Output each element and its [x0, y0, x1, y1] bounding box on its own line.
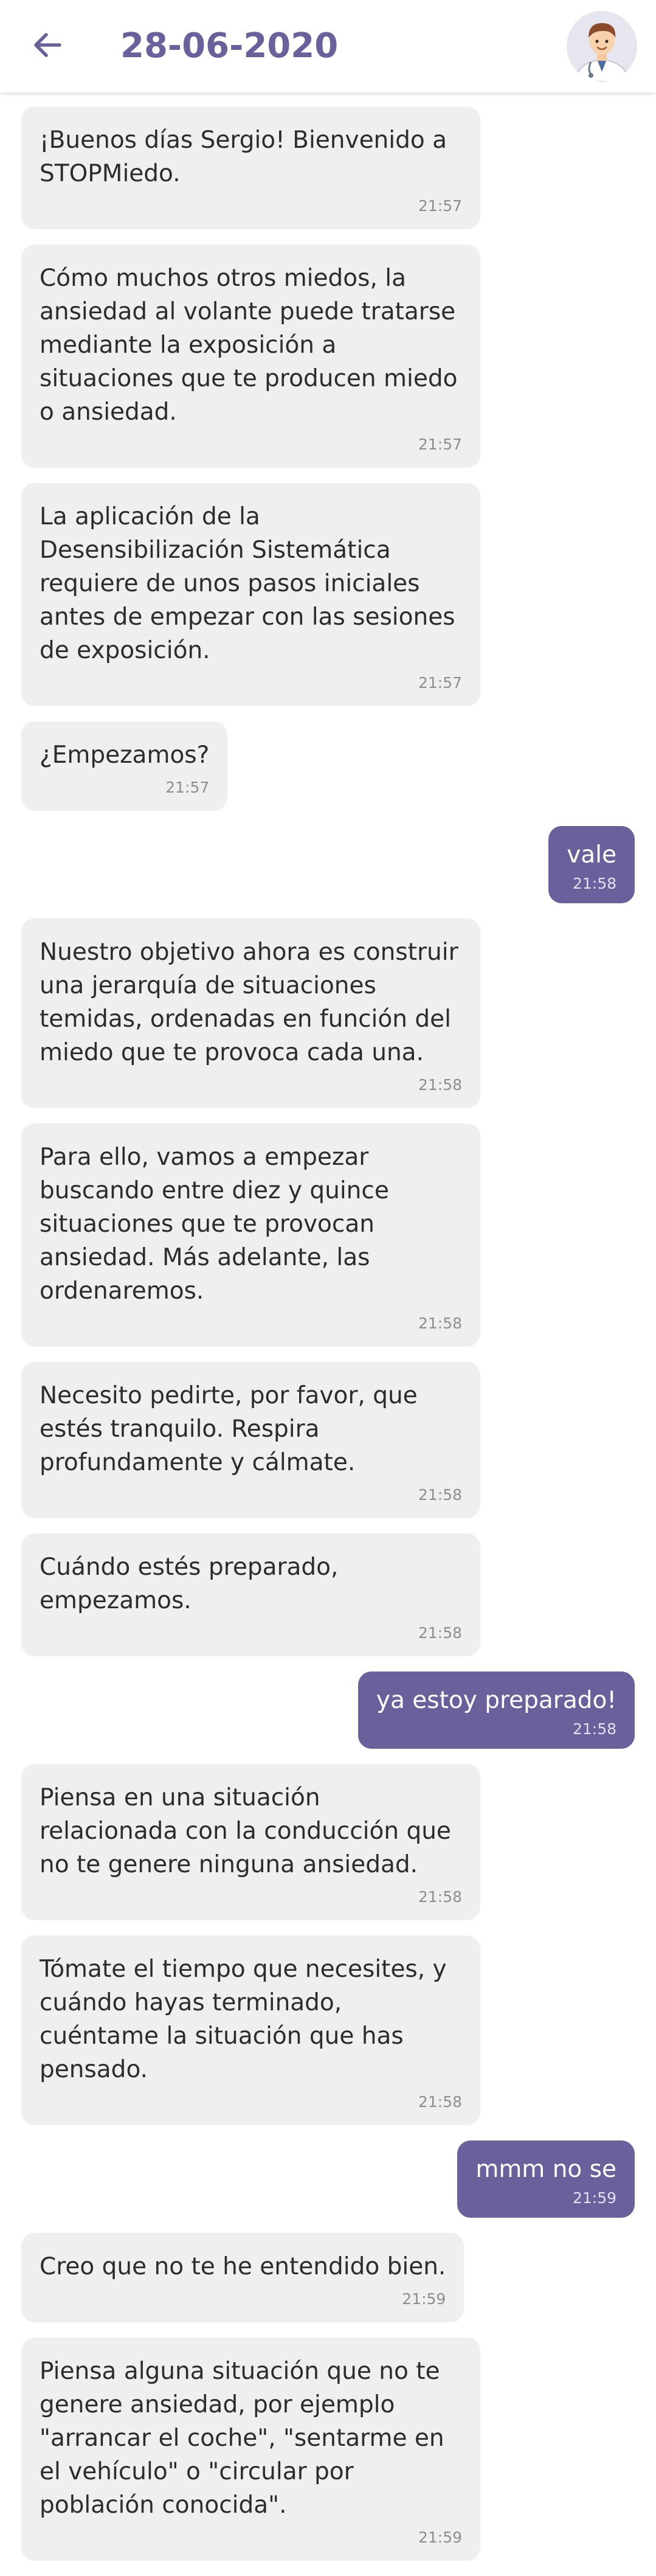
message-timestamp: 21:59 — [572, 2189, 616, 2207]
bot-message-row: Tómate el tiempo que necesites, y cuándo… — [0, 1935, 656, 2125]
arrow-left-icon — [32, 29, 63, 63]
bot-message-bubble[interactable]: Piensa en una situación relacionada con … — [21, 1764, 480, 1920]
bot-message-row: Necesito pedirte, por favor, que estés t… — [0, 1362, 656, 1518]
bot-message-row: La aplicación de la Desensibilización Si… — [0, 483, 656, 706]
user-message-row: mmm no se 21:59 — [0, 2140, 656, 2218]
bot-message-bubble[interactable]: Para ello, vamos a empezar buscando entr… — [21, 1123, 480, 1347]
bot-message-row: Cómo muchos otros miedos, la ansiedad al… — [0, 245, 656, 468]
message-timestamp: 21:58 — [418, 1486, 462, 1504]
bot-message-row: Cuándo estés preparado, empezamos. 21:58 — [0, 1533, 656, 1656]
message-timestamp: 21:57 — [418, 674, 462, 692]
message-text: ya estoy preparado! — [376, 1687, 616, 1714]
user-message-bubble[interactable]: mmm no se 21:59 — [457, 2140, 635, 2218]
message-text: Cómo muchos otros miedos, la ansiedad al… — [40, 265, 458, 426]
message-text: Nuestro objetivo ahora es construir una … — [40, 939, 458, 1066]
message-text: Cuándo estés preparado, empezamos. — [40, 1554, 339, 1614]
message-text: Necesito pedirte, por favor, que estés t… — [40, 1382, 418, 1476]
bot-message-bubble[interactable]: Creo que no te he entendido bien. 21:59 — [21, 2233, 464, 2322]
bot-message-bubble[interactable]: Tómate el tiempo que necesites, y cuándo… — [21, 1935, 480, 2125]
bot-message-bubble[interactable]: Cómo muchos otros miedos, la ansiedad al… — [21, 245, 480, 468]
message-timestamp: 21:59 — [402, 2290, 446, 2308]
user-message-bubble[interactable]: ya estoy preparado! 21:58 — [357, 1672, 635, 1749]
message-timestamp: 21:57 — [418, 436, 462, 453]
message-text: La aplicación de la Desensibilización Si… — [40, 503, 455, 664]
message-timestamp: 21:58 — [418, 1314, 462, 1332]
bot-message-row: Para ello, vamos a empezar buscando entr… — [0, 1123, 656, 1347]
message-timestamp: 21:58 — [572, 875, 616, 892]
bot-message-bubble[interactable]: La aplicación de la Desensibilización Si… — [21, 483, 480, 706]
message-timestamp: 21:59 — [418, 2529, 462, 2546]
bot-message-row: Piensa en una situación relacionada con … — [0, 1764, 656, 1920]
doctor-avatar[interactable] — [567, 11, 637, 82]
bot-message-row: Nuestro objetivo ahora es construir una … — [0, 918, 656, 1108]
message-timestamp: 21:58 — [418, 2093, 462, 2111]
back-button[interactable] — [24, 23, 71, 69]
bot-message-row: ¡Buenos días Sergio! Bienvenido a STOPMi… — [0, 106, 656, 229]
message-text: ¿Empezamos? — [40, 741, 210, 769]
bot-message-bubble[interactable]: Necesito pedirte, por favor, que estés t… — [21, 1362, 480, 1518]
message-text: Tómate el tiempo que necesites, y cuándo… — [40, 1956, 447, 2083]
bot-message-row: Creo que no te he entendido bien. 21:59 — [0, 2233, 656, 2322]
message-text: Para ello, vamos a empezar buscando entr… — [40, 1144, 389, 1305]
message-timestamp: 21:58 — [418, 1076, 462, 1094]
message-text: mmm no se — [475, 2156, 616, 2183]
bot-message-bubble[interactable]: Cuándo estés preparado, empezamos. 21:58 — [21, 1533, 480, 1656]
chat-message-list[interactable]: ¡Buenos días Sergio! Bienvenido a STOPMi… — [0, 106, 656, 2576]
bot-message-bubble[interactable]: ¡Buenos días Sergio! Bienvenido a STOPMi… — [21, 106, 480, 229]
bot-message-row: ¿Empezamos? 21:57 — [0, 721, 656, 811]
message-text: Creo que no te he entendido bien. — [40, 2253, 446, 2280]
message-timestamp: 21:58 — [572, 1720, 616, 1738]
message-timestamp: 21:58 — [418, 1888, 462, 1906]
user-message-row: ya estoy preparado! 21:58 — [0, 1672, 656, 1749]
app-header: 28-06-2020 — [0, 0, 656, 92]
message-text: Piensa alguna situación que no te genere… — [40, 2358, 444, 2519]
bot-message-bubble[interactable]: ¿Empezamos? 21:57 — [21, 721, 228, 811]
bot-message-bubble[interactable]: Piensa alguna situación que no te genere… — [21, 2338, 480, 2561]
message-timestamp: 21:57 — [165, 779, 210, 796]
bot-message-row: Piensa alguna situación que no te genere… — [0, 2338, 656, 2561]
message-timestamp: 21:58 — [418, 1624, 462, 1642]
user-message-row: vale 21:58 — [0, 826, 656, 903]
message-text: vale — [567, 841, 616, 869]
user-message-bubble[interactable]: vale 21:58 — [548, 826, 635, 903]
page-title: 28-06-2020 — [120, 26, 339, 66]
message-timestamp: 21:57 — [418, 197, 462, 215]
message-text: ¡Buenos días Sergio! Bienvenido a STOPMi… — [40, 127, 447, 187]
message-text: Piensa en una situación relacionada con … — [40, 1784, 451, 1878]
bot-message-bubble[interactable]: Nuestro objetivo ahora es construir una … — [21, 918, 480, 1108]
